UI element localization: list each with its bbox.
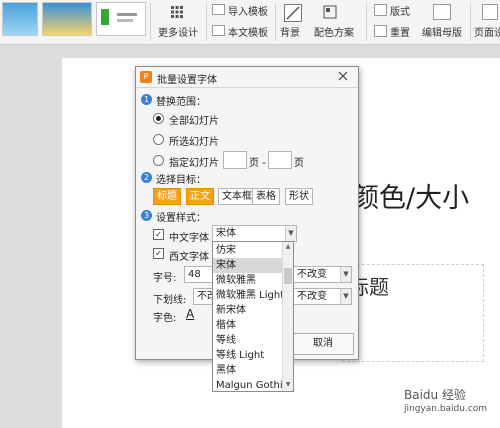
edit-master-icon <box>433 4 451 20</box>
font-option[interactable]: 等线 <box>213 333 284 348</box>
radio-selected-slides[interactable] <box>153 134 164 145</box>
font-size-value: 48 <box>188 269 201 280</box>
background-button[interactable]: 背景 <box>280 24 300 39</box>
underline-change-value: 不改变 <box>297 291 327 302</box>
font-option[interactable]: 等线 Light <box>213 348 284 363</box>
cancel-button[interactable]: 取消 <box>292 333 354 355</box>
layout-button[interactable]: 版式 <box>390 3 410 18</box>
edit-master-button[interactable]: 编辑母版 <box>422 24 462 39</box>
scrollbar-thumb[interactable] <box>284 268 292 284</box>
west-font-checkbox[interactable]: ✓ <box>153 248 164 259</box>
page-setup-button[interactable]: 页面设 <box>474 24 500 39</box>
page-setup-icon <box>482 4 498 20</box>
font-option[interactable]: 微软雅黑 <box>213 273 284 288</box>
color-scheme-icon <box>322 4 338 20</box>
design-thumbnail-3[interactable] <box>96 2 146 36</box>
section-number-2: 2 <box>141 172 152 183</box>
this-template-button[interactable]: 本文模板 <box>228 24 268 39</box>
font-color-picker[interactable]: A <box>186 307 194 321</box>
reset-button[interactable]: 重置 <box>390 24 410 39</box>
chevron-down-icon[interactable]: ▼ <box>285 226 296 241</box>
subtitle-placeholder[interactable]: 标题 <box>342 264 484 362</box>
page-to-input[interactable] <box>268 151 292 169</box>
section-target-heading: 选择目标： <box>156 175 206 186</box>
font-option[interactable]: 新宋体 <box>213 303 284 318</box>
grid-icon <box>171 6 183 18</box>
cn-font-select[interactable]: 宋体 ▼ <box>212 225 297 242</box>
section-number-3: 3 <box>141 210 152 221</box>
target-table[interactable]: 表格 <box>252 188 280 205</box>
reset-icon <box>374 25 387 37</box>
color-scheme-button[interactable]: 配色方案 <box>314 24 354 39</box>
radio-specified-slides[interactable] <box>153 155 164 166</box>
size-change-value: 不改变 <box>297 269 327 280</box>
font-option[interactable]: 楷体 <box>213 318 284 333</box>
import-template-icon <box>212 4 225 15</box>
font-size-label: 字号: <box>153 273 177 284</box>
import-template-button[interactable]: 导入模板 <box>228 3 268 18</box>
dialog-title: 批量设置字体 <box>157 75 217 86</box>
target-shape[interactable]: 形状 <box>285 188 313 205</box>
close-icon[interactable] <box>336 69 350 83</box>
layout-icon <box>374 4 387 16</box>
target-textbox[interactable]: 文本框 <box>218 188 256 205</box>
underline-label: 下划线: <box>153 295 187 306</box>
more-design-button[interactable]: 更多设计 <box>158 24 198 39</box>
west-font-label: 西文字体 <box>169 252 209 263</box>
section-number-1: 1 <box>141 94 152 105</box>
radio-all-slides-label: 全部幻灯片 <box>169 116 219 127</box>
page-end-label: 页 <box>294 158 304 169</box>
section-range-heading: 替换范围： <box>156 97 206 108</box>
cn-font-checkbox[interactable]: ✓ <box>153 229 164 240</box>
ribbon-toolbar: 更多设计 导入模板 本文模板 背景 配色方案 版式 重置 编辑母版 页面设 <box>0 0 500 45</box>
design-thumbnail-1[interactable] <box>2 2 38 36</box>
cn-font-value: 宋体 <box>216 228 236 239</box>
underline-change-select[interactable]: 不改变 ▼ <box>293 288 352 305</box>
radio-selected-slides-label: 所选幻灯片 <box>169 137 219 148</box>
font-size-select[interactable]: 48 <box>184 266 215 283</box>
dialog-titlebar: P 批量设置字体 <box>136 67 358 88</box>
watermark-brand: Baidu 经验 <box>404 388 466 402</box>
chevron-down-icon[interactable]: ▼ <box>340 289 351 304</box>
font-option[interactable]: 宋体 <box>213 258 284 273</box>
background-icon <box>284 4 302 22</box>
font-color-label: 字色: <box>153 313 177 324</box>
font-option[interactable]: 黑体 <box>213 363 284 378</box>
chevron-down-icon[interactable]: ▼ <box>340 267 351 282</box>
chevron-up-icon[interactable]: ▲ <box>283 242 293 252</box>
design-thumbnail-2[interactable] <box>42 2 92 36</box>
wps-logo-icon: P <box>140 71 152 83</box>
cn-font-label: 中文字体 <box>169 233 209 244</box>
target-title[interactable]: 标题 <box>153 188 181 205</box>
page-separator-label: 页 - <box>249 158 266 169</box>
dropdown-scrollbar[interactable]: ▲ ▼ <box>282 242 293 391</box>
font-option[interactable]: 微软雅黑 Light <box>213 288 284 303</box>
cn-font-dropdown-list[interactable]: 仿宋 宋体 微软雅黑 微软雅黑 Light 新宋体 楷体 等线 等线 Light… <box>212 241 294 392</box>
radio-all-slides[interactable] <box>153 113 164 124</box>
chevron-down-icon[interactable]: ▼ <box>283 380 293 390</box>
watermark-url: jingyan.baidu.com <box>404 404 488 414</box>
this-template-icon <box>212 25 225 36</box>
size-change-select[interactable]: 不改变 ▼ <box>293 266 352 283</box>
section-style-heading: 设置样式： <box>156 213 206 224</box>
font-option[interactable]: 仿宋 <box>213 243 284 258</box>
page-from-input[interactable] <box>223 151 247 169</box>
slide-title-text: 颜色/大小 <box>352 183 470 214</box>
target-body[interactable]: 正文 <box>186 188 214 205</box>
font-option[interactable]: Malgun Gothic <box>213 378 284 391</box>
radio-specified-slides-label: 指定幻灯片 <box>169 158 219 169</box>
